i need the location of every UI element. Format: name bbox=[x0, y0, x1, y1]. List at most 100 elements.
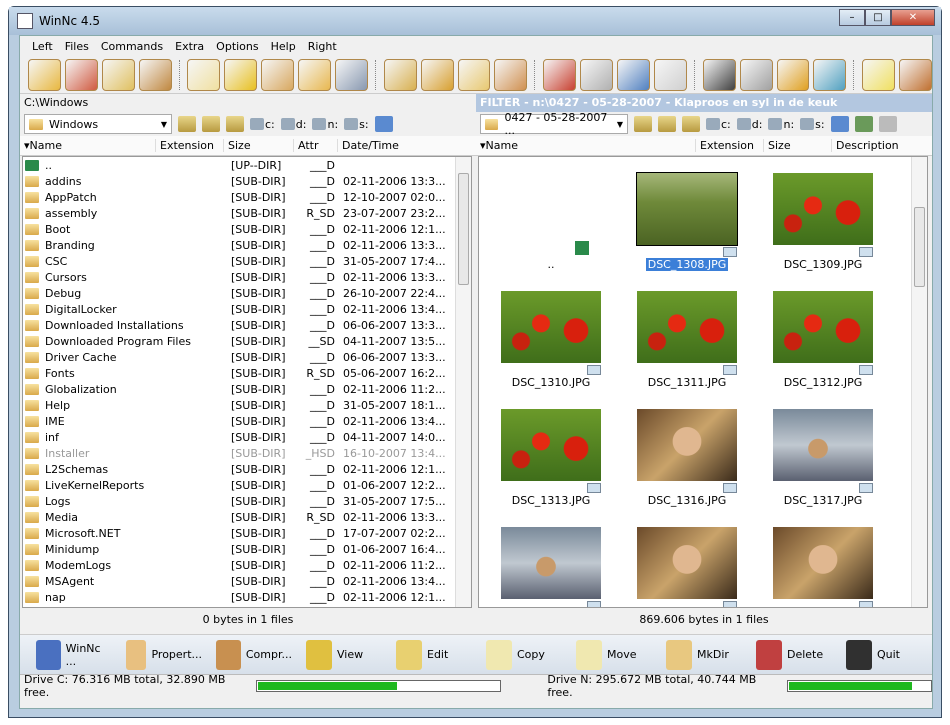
delete-button[interactable]: Delete bbox=[756, 639, 832, 670]
view-button[interactable]: View bbox=[306, 639, 382, 670]
toolbar-button-icon[interactable] bbox=[899, 58, 932, 91]
toolbar-button-icon[interactable] bbox=[28, 58, 61, 91]
menu-commands[interactable]: Commands bbox=[95, 40, 169, 53]
table-row[interactable]: ModemLogs [SUB-DIR] ___D 02-11-2006 11:2... bbox=[23, 557, 471, 573]
network-icon[interactable] bbox=[830, 116, 849, 132]
table-row[interactable]: Fonts [SUB-DIR] R_SD 05-06-2007 16:2... bbox=[23, 365, 471, 381]
table-row[interactable]: IME [SUB-DIR] ___D 02-11-2006 13:4... bbox=[23, 413, 471, 429]
table-row[interactable]: Downloaded Installations [SUB-DIR] ___D 06-… bbox=[23, 317, 471, 333]
thumbnail-item[interactable] bbox=[755, 513, 891, 607]
toolbar-button-icon[interactable] bbox=[101, 58, 135, 91]
table-row[interactable]: Logs [SUB-DIR] ___D 31-05-2007 17:5... bbox=[23, 493, 471, 509]
drive-d[interactable]: d: bbox=[280, 118, 306, 131]
toolbar-button-icon[interactable] bbox=[862, 58, 896, 91]
table-row[interactable]: nap [SUB-DIR] ___D 02-11-2006 12:1... bbox=[23, 589, 471, 605]
toolbar-button-icon[interactable] bbox=[138, 58, 172, 91]
toolbar-button-icon[interactable] bbox=[702, 58, 736, 91]
open-folder-icon[interactable] bbox=[202, 116, 220, 132]
table-row[interactable]: Boot [SUB-DIR] ___D 02-11-2006 12:1... bbox=[23, 221, 471, 237]
col-name[interactable]: ▾Name bbox=[476, 139, 696, 152]
table-row[interactable]: MSAgent [SUB-DIR] ___D 02-11-2006 13:4... bbox=[23, 573, 471, 589]
thumbnail-item[interactable]: DSC_1311.JPG bbox=[619, 277, 755, 393]
table-row[interactable]: CSC [SUB-DIR] ___D 31-05-2007 17:4... bbox=[23, 253, 471, 269]
thumbnail-item[interactable]: DSC_1310.JPG bbox=[483, 277, 619, 393]
globe-icon[interactable] bbox=[854, 116, 873, 132]
thumbnail-item[interactable] bbox=[619, 513, 755, 607]
table-row[interactable]: Globalization [SUB-DIR] ___D 02-11-2006 11:… bbox=[23, 381, 471, 397]
table-row[interactable]: Downloaded Program Files [SUB-DIR] __SD 04-… bbox=[23, 333, 471, 349]
col-datetime[interactable]: Date/Time bbox=[338, 139, 458, 152]
table-row[interactable]: .. [UP--DIR] ___D bbox=[23, 157, 471, 173]
table-row[interactable]: addins [SUB-DIR] ___D 02-11-2006 13:3... bbox=[23, 173, 471, 189]
table-row[interactable]: Branding [SUB-DIR] ___D 02-11-2006 13:3... bbox=[23, 237, 471, 253]
col-name[interactable]: ▾Name bbox=[20, 139, 156, 152]
table-row[interactable]: Installer [SUB-DIR] _HSD 16-10-2007 13:4... bbox=[23, 445, 471, 461]
col-extension[interactable]: Extension bbox=[156, 139, 224, 152]
toolbar-button-icon[interactable] bbox=[187, 58, 221, 91]
toolbar-button-icon[interactable] bbox=[420, 58, 454, 91]
table-row[interactable]: Microsoft.NET [SUB-DIR] ___D 17-07-2007 02:… bbox=[23, 525, 471, 541]
thumbnail-item[interactable]: DSC_1313.JPG bbox=[483, 395, 619, 511]
scrollbar[interactable] bbox=[455, 157, 471, 607]
drive-c[interactable]: c: bbox=[706, 118, 731, 131]
toolbar-button-icon[interactable] bbox=[383, 58, 417, 91]
thumbnail-item[interactable]: DSC_1309.JPG bbox=[755, 159, 891, 275]
table-row[interactable]: assembly [SUB-DIR] R_SD 23-07-2007 23:2... bbox=[23, 205, 471, 221]
toolbar-button-icon[interactable] bbox=[261, 58, 295, 91]
table-row[interactable]: L2Schemas [SUB-DIR] ___D 02-11-2006 12:1... bbox=[23, 461, 471, 477]
toolbar-button-icon[interactable] bbox=[494, 58, 528, 91]
table-row[interactable]: Driver Cache [SUB-DIR] ___D 06-06-2007 13:3… bbox=[23, 349, 471, 365]
table-row[interactable]: DigitalLocker [SUB-DIR] ___D 02-11-2006 13:… bbox=[23, 301, 471, 317]
drive-s[interactable]: s: bbox=[344, 118, 369, 131]
disk-icon[interactable] bbox=[878, 116, 897, 132]
move-button[interactable]: Move bbox=[576, 639, 652, 670]
scroll-thumb[interactable] bbox=[914, 207, 925, 287]
minimize-button[interactable]: – bbox=[839, 9, 865, 26]
parent-folder-icon[interactable] bbox=[634, 116, 652, 132]
edit-icon[interactable] bbox=[226, 116, 244, 132]
toolbar-button-icon[interactable] bbox=[334, 58, 368, 91]
network-icon[interactable] bbox=[374, 116, 393, 132]
thumbnail-item[interactable]: DSC_1308.JPG bbox=[619, 159, 755, 275]
toolbar-button-icon[interactable] bbox=[580, 58, 614, 91]
propert-button[interactable]: Propert... bbox=[126, 639, 202, 670]
col-size[interactable]: Size bbox=[764, 139, 832, 152]
winnc-button[interactable]: WinNc ... bbox=[36, 639, 112, 670]
drive-n[interactable]: n: bbox=[312, 118, 338, 131]
table-row[interactable]: inf [SUB-DIR] ___D 04-11-2007 14:0... bbox=[23, 429, 471, 445]
mkdir-button[interactable]: MkDir bbox=[666, 639, 742, 670]
edit-icon[interactable] bbox=[682, 116, 700, 132]
menu-files[interactable]: Files bbox=[59, 40, 95, 53]
compr-button[interactable]: Compr... bbox=[216, 639, 292, 670]
table-row[interactable]: AppPatch [SUB-DIR] ___D 12-10-2007 02:0... bbox=[23, 189, 471, 205]
parent-folder-icon[interactable] bbox=[178, 116, 196, 132]
edit-button[interactable]: Edit bbox=[396, 639, 472, 670]
drive-n[interactable]: n: bbox=[768, 118, 794, 131]
right-folder-combo[interactable]: 0427 - 05-28-2007 ... ▼ bbox=[480, 111, 628, 137]
toolbar-button-icon[interactable] bbox=[224, 58, 258, 91]
thumbnail-item[interactable]: DSC_1312.JPG bbox=[755, 277, 891, 393]
thumbnail-item[interactable] bbox=[483, 513, 619, 607]
thumbnail-item[interactable]: DSC_1317.JPG bbox=[755, 395, 891, 511]
toolbar-button-icon[interactable] bbox=[653, 58, 687, 91]
col-extension[interactable]: Extension bbox=[696, 139, 764, 152]
left-folder-combo[interactable]: Windows ▼ bbox=[24, 114, 172, 134]
menu-left[interactable]: Left bbox=[26, 40, 59, 53]
table-row[interactable]: Minidump [SUB-DIR] ___D 01-06-2007 16:4... bbox=[23, 541, 471, 557]
drive-c[interactable]: c: bbox=[250, 118, 275, 131]
drive-d[interactable]: d: bbox=[736, 118, 762, 131]
toolbar-button-icon[interactable] bbox=[739, 58, 773, 91]
maximize-button[interactable]: □ bbox=[865, 9, 891, 26]
quit-button[interactable]: Quit bbox=[846, 639, 922, 670]
close-button[interactable]: ✕ bbox=[891, 9, 935, 26]
copy-button[interactable]: Copy bbox=[486, 639, 562, 670]
open-folder-icon[interactable] bbox=[658, 116, 676, 132]
scroll-thumb[interactable] bbox=[458, 173, 469, 285]
col-size[interactable]: Size bbox=[224, 139, 294, 152]
drive-s[interactable]: s: bbox=[800, 118, 825, 131]
table-row[interactable]: Help [SUB-DIR] ___D 31-05-2007 18:1... bbox=[23, 397, 471, 413]
toolbar-button-icon[interactable] bbox=[64, 58, 98, 91]
toolbar-button-icon[interactable] bbox=[298, 58, 331, 91]
toolbar-button-icon[interactable] bbox=[813, 58, 847, 91]
menu-help[interactable]: Help bbox=[265, 40, 302, 53]
